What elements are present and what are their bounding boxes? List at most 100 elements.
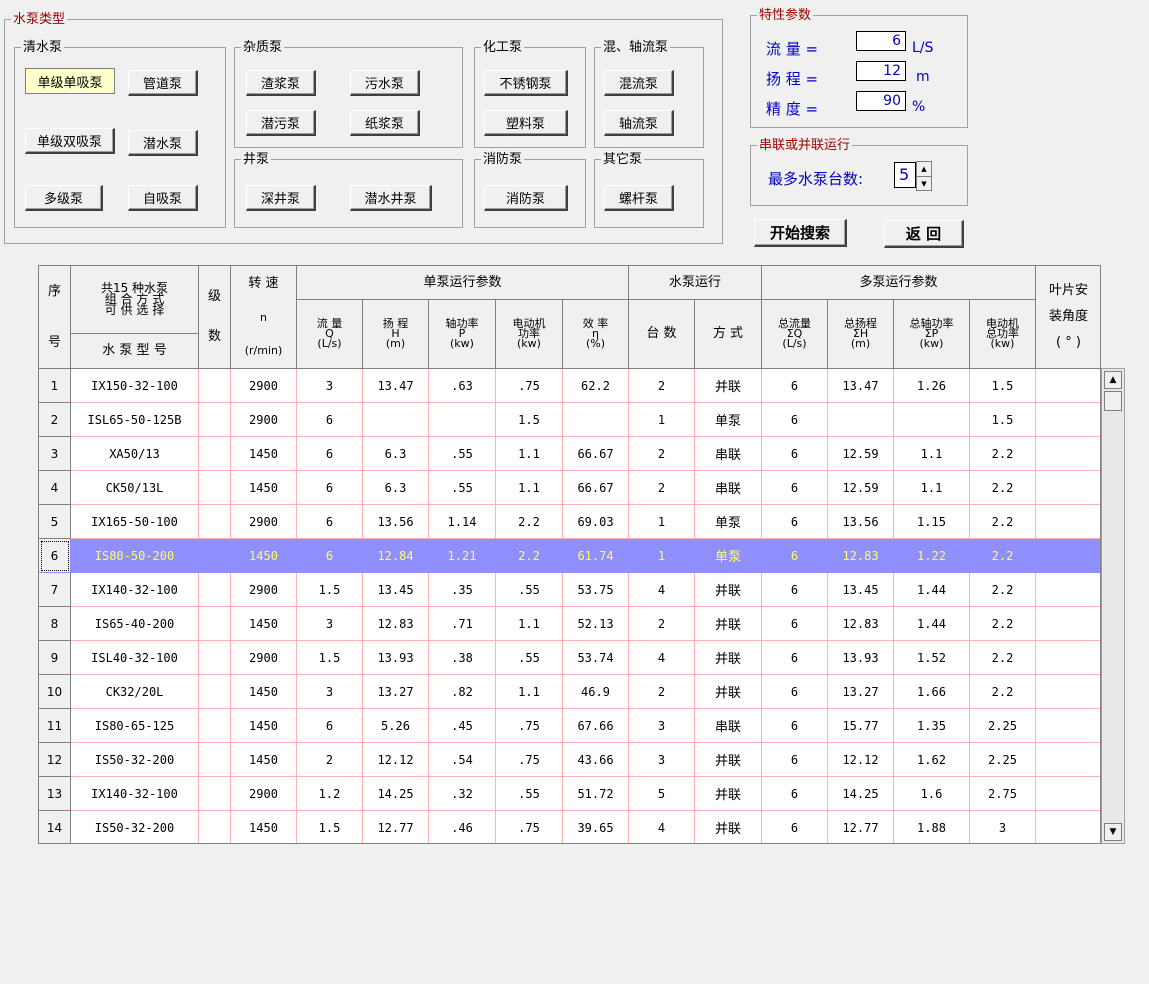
head-label: 扬 程 = (766, 70, 819, 88)
cell-mode: 单泵 (695, 403, 762, 437)
flow-input[interactable]: 6 (856, 31, 906, 51)
cell-head: 12.77 (363, 811, 429, 843)
table-row[interactable]: 7 IX140-32-100 2900 1.5 13.45.35.55 53.75 4 并联 6… (39, 573, 1100, 607)
cell-speed: 2900 (231, 777, 297, 811)
submersible-pump-button[interactable]: 潜水泵 (128, 130, 198, 156)
cell-stages (199, 811, 231, 843)
sewage-pump-button[interactable]: 污水泵 (350, 70, 420, 96)
table-row[interactable]: 1 IX150-32-100 2900 3 13.47.63.75 62.2 2 并联 6 13.… (39, 369, 1100, 403)
precision-input[interactable]: 90 (856, 91, 906, 111)
screw-pump-button[interactable]: 螺杆泵 (604, 185, 674, 211)
results-table: 序号 共15 种水泵 组 合 方 式 可 供 选 择 水 泵 型 号 级数 转 … (38, 265, 1101, 844)
cell-count: 2 (629, 607, 695, 641)
max-pumps-spinner[interactable]: ▲ ▼ (916, 161, 932, 191)
cell-total-motor: 2.75 (970, 777, 1036, 811)
mixed-flow-pump-button[interactable]: 混流泵 (604, 70, 674, 96)
cell-mode: 并联 (695, 573, 762, 607)
cell-speed: 2900 (231, 403, 297, 437)
table-row[interactable]: 12 IS50-32-200 1450 2 12.12.54.75 43.66 3 并联 6 12… (39, 743, 1100, 777)
scroll-down-icon[interactable]: ▼ (1104, 823, 1122, 841)
cell-shaft-power (429, 403, 496, 437)
cell-flow: 6 (297, 505, 363, 539)
header-seq: 序号 (39, 266, 71, 369)
stainless-pump-button[interactable]: 不锈钢泵 (484, 70, 568, 96)
table-row[interactable]: 11 IS80-65-125 1450 6 5.26.45.75 67.66 3 串联 6 15.… (39, 709, 1100, 743)
cell-efficiency: 53.74 (563, 641, 629, 675)
table-row[interactable]: 10 CK32/20L 1450 3 13.27.82 1.1 46.9 2 并联 6 13.27 1… (39, 675, 1100, 709)
max-pumps-input[interactable]: 5 (894, 162, 916, 188)
chemical-label: 化工泵 (483, 40, 523, 55)
table-row[interactable]: 2 ISL65-50-125B 2900 6 1.5 1 单泵 6 1.5 (39, 403, 1100, 437)
back-button[interactable]: 返 回 (884, 220, 964, 248)
start-search-button[interactable]: 开始搜索 (754, 219, 847, 247)
cell-flow: 6 (297, 709, 363, 743)
header-shaft-power: 轴功率 P (kw) (429, 300, 496, 369)
cell-mode: 串联 (695, 709, 762, 743)
cell-flow: 2 (297, 743, 363, 777)
slurry-pump-button[interactable]: 渣浆泵 (246, 70, 316, 96)
submersible-sewage-button[interactable]: 潜污泵 (246, 110, 316, 136)
cell-speed: 1450 (231, 471, 297, 505)
fire-pump-button[interactable]: 消防泵 (484, 185, 568, 211)
cell-head: 14.25 (363, 777, 429, 811)
head-input[interactable]: 12 (856, 61, 906, 81)
pipeline-pump-button[interactable]: 管道泵 (128, 70, 198, 96)
cell-total-shaft: 1.1 (894, 437, 970, 471)
cell-head: 13.93 (363, 641, 429, 675)
flow-unit: L/S (912, 40, 934, 56)
cell-total-head: 12.83 (828, 539, 894, 573)
cell-motor-power: .75 (496, 811, 563, 843)
cell-efficiency: 67.66 (563, 709, 629, 743)
cell-total-flow: 6 (762, 641, 828, 675)
cell-total-motor: 2.2 (970, 573, 1036, 607)
cell-count: 1 (629, 505, 695, 539)
plastic-pump-button[interactable]: 塑料泵 (484, 110, 568, 136)
deep-well-pump-button[interactable]: 深井泵 (246, 185, 316, 211)
cell-stages (199, 539, 231, 573)
head-unit: m (916, 69, 930, 85)
table-row[interactable]: 4 CK50/13L 1450 6 6.3.55 1.1 66.67 2 串联 6 12.59 1.1… (39, 471, 1100, 505)
scroll-up-icon[interactable]: ▲ (1104, 371, 1122, 389)
axial-flow-pump-button[interactable]: 轴流泵 (604, 110, 674, 136)
cell-model: IX165-50-100 (71, 505, 199, 539)
cell-total-flow: 6 (762, 811, 828, 843)
self-priming-pump-button[interactable]: 自吸泵 (128, 185, 198, 211)
cell-efficiency: 52.13 (563, 607, 629, 641)
cell-shaft-power: .82 (429, 675, 496, 709)
cell-efficiency (563, 403, 629, 437)
table-scrollbar[interactable]: ▲ ▼ (1101, 368, 1125, 844)
cell-total-motor: 2.2 (970, 607, 1036, 641)
cell-model: CK50/13L (71, 471, 199, 505)
cell-row-number: 10 (39, 675, 71, 709)
spin-up-icon[interactable]: ▲ (917, 162, 931, 177)
cell-flow: 1.5 (297, 573, 363, 607)
table-row[interactable]: 8 IS65-40-200 1450 3 12.83.71 1.1 52.13 2 并联 6 12.… (39, 607, 1100, 641)
cell-flow: 3 (297, 675, 363, 709)
cell-total-flow: 6 (762, 743, 828, 777)
cell-mode: 单泵 (695, 539, 762, 573)
cell-speed: 1450 (231, 811, 297, 843)
single-stage-double-suction-button[interactable]: 单级双吸泵 (25, 128, 115, 154)
table-row[interactable]: 13 IX140-32-100 2900 1.2 14.25.32.55 51.72 5 并联… (39, 777, 1100, 811)
cell-efficiency: 66.67 (563, 471, 629, 505)
cell-efficiency: 66.67 (563, 437, 629, 471)
cell-total-head: 15.77 (828, 709, 894, 743)
single-stage-single-suction-button[interactable]: 单级单吸泵 (25, 68, 115, 94)
cell-speed: 1450 (231, 607, 297, 641)
cell-count: 4 (629, 811, 695, 843)
header-total-shaft: 总轴功率 ΣP (kw) (894, 300, 970, 369)
table-row[interactable]: 6 IS80-50-200 1450 6 12.84 1.21 2.2 61.74 1 单泵 6 12… (39, 539, 1100, 573)
table-row[interactable]: 14 IS50-32-200 1450 1.5 12.77.46.75 39.65 4 并联 6… (39, 811, 1100, 843)
cell-total-flow: 6 (762, 471, 828, 505)
table-row[interactable]: 9 ISL40-32-100 2900 1.5 13.93.38.55 53.74 4 并联 6… (39, 641, 1100, 675)
table-row[interactable]: 5 IX165-50-100 2900 6 13.56 1.14 2.2 69.03 1 单泵 6 1… (39, 505, 1100, 539)
submersible-well-pump-button[interactable]: 潜水井泵 (350, 185, 432, 211)
scroll-thumb[interactable] (1104, 391, 1122, 411)
table-row[interactable]: 3 XA50/13 1450 6 6.3.55 1.1 66.67 2 串联 6 12.59 1.1 2… (39, 437, 1100, 471)
spin-down-icon[interactable]: ▼ (917, 177, 931, 191)
cell-head (363, 403, 429, 437)
cell-model: ISL40-32-100 (71, 641, 199, 675)
pulp-pump-button[interactable]: 纸浆泵 (350, 110, 420, 136)
cell-head: 13.56 (363, 505, 429, 539)
multistage-pump-button[interactable]: 多级泵 (25, 185, 103, 211)
